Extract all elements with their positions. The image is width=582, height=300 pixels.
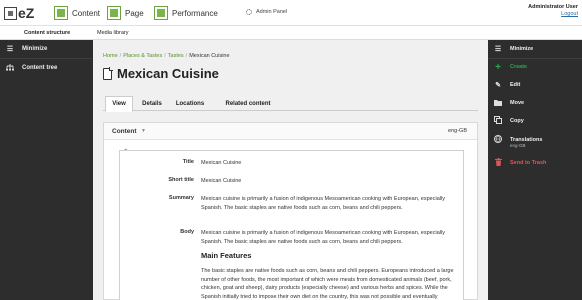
tab-page-label: Page bbox=[125, 8, 144, 18]
user-box: Administrator User Logout bbox=[528, 4, 578, 17]
tab-related-content[interactable]: Related content bbox=[215, 96, 281, 111]
performance-tab-icon bbox=[154, 6, 168, 20]
admin-panel-label: Admin Panel bbox=[256, 9, 288, 15]
send-to-trash-button[interactable]: Send to Trash bbox=[488, 156, 582, 170]
folder-icon bbox=[494, 99, 502, 108]
plus-icon: + bbox=[495, 61, 501, 73]
move-button[interactable]: Move bbox=[488, 96, 582, 110]
logout-link[interactable]: Logout bbox=[528, 11, 578, 17]
main-content: Home / Places & Tastes / Tastes / Mexican Cuis… bbox=[93, 40, 488, 300]
field-value-title: Mexican Cuisine bbox=[201, 160, 242, 166]
user-name: Administrator User bbox=[528, 4, 578, 10]
gear-icon bbox=[246, 9, 252, 15]
breadcrumb-places-tastes[interactable]: Places & Tastes bbox=[123, 53, 162, 59]
copy-label: Copy bbox=[510, 118, 524, 124]
send-to-trash-label: Send to Trash bbox=[510, 160, 547, 166]
page-title: Mexican Cuisine bbox=[103, 66, 219, 81]
flag-icon bbox=[494, 135, 502, 145]
logo-mark-icon bbox=[4, 6, 17, 20]
tab-performance-label: Performance bbox=[172, 8, 218, 18]
breadcrumb: Home / Places & Tastes / Tastes / Mexican Cuis… bbox=[103, 53, 230, 59]
tab-content[interactable]: Content bbox=[54, 5, 100, 21]
edit-button[interactable]: ✎ Edit bbox=[488, 78, 582, 92]
language-code: eng-GB bbox=[448, 128, 467, 134]
tab-locations[interactable]: Locations bbox=[171, 96, 209, 111]
subnav-media-library[interactable]: Media library bbox=[97, 30, 128, 36]
content-panel: Content ▼ eng-GB + Title Mexican Cuisine… bbox=[103, 122, 478, 300]
page-tab-icon bbox=[107, 6, 121, 20]
move-label: Move bbox=[510, 100, 525, 106]
tab-details[interactable]: Details bbox=[135, 96, 169, 111]
view-tabs: View Details Locations Related content bbox=[103, 96, 478, 112]
hamburger-icon: ☰ bbox=[6, 46, 14, 53]
edit-label: Edit bbox=[510, 82, 521, 88]
logo-text: eZ bbox=[18, 5, 35, 21]
field-value-short-title: Mexican Cuisine bbox=[201, 178, 242, 184]
breadcrumb-tastes[interactable]: Tastes bbox=[168, 53, 184, 59]
divider bbox=[488, 58, 582, 59]
tab-performance[interactable]: Performance bbox=[154, 5, 218, 21]
breadcrumb-current: Mexican Cuisine bbox=[189, 53, 230, 59]
tab-view[interactable]: View bbox=[105, 96, 133, 112]
hamburger-icon: ☰ bbox=[494, 46, 502, 53]
left-sidebar: ☰ Minimize Content tree bbox=[0, 40, 93, 300]
field-value-body-paragraph: The basic staples are native foods such … bbox=[201, 268, 454, 300]
content-panel-header[interactable]: Content ▼ eng-GB bbox=[104, 123, 477, 140]
ez-logo[interactable]: eZ bbox=[4, 4, 42, 22]
create-button[interactable]: + Create bbox=[488, 60, 582, 74]
field-label-summary: Summary bbox=[168, 195, 194, 201]
left-minimize-button[interactable]: ☰ Minimize bbox=[0, 42, 93, 56]
tree-icon bbox=[6, 63, 14, 73]
caret-down-icon: ▼ bbox=[141, 128, 146, 134]
tab-content-label: Content bbox=[72, 8, 101, 18]
top-bar: eZ Content Page Performance Admin Panel … bbox=[0, 0, 582, 26]
tab-related-content-label: Related content bbox=[225, 100, 271, 107]
right-minimize-label: Minimize bbox=[510, 46, 534, 52]
content-tab-icon bbox=[54, 6, 68, 20]
pencil-icon: ✎ bbox=[495, 82, 501, 89]
admin-panel-link[interactable]: Admin Panel bbox=[246, 9, 287, 15]
translations-button[interactable]: Translations bbox=[488, 133, 582, 147]
content-panel-title: Content bbox=[112, 128, 137, 135]
tab-details-label: Details bbox=[142, 100, 162, 107]
field-value-body-intro: Mexican cuisine is primarily a fusion of… bbox=[201, 230, 445, 245]
field-label-body: Body bbox=[180, 229, 194, 235]
content-tree-button[interactable]: Content tree bbox=[0, 61, 93, 75]
breadcrumb-home[interactable]: Home bbox=[103, 53, 118, 59]
subnav-content-structure[interactable]: Content structure bbox=[24, 30, 70, 36]
translations-language: eng-GB bbox=[510, 143, 526, 148]
copy-button[interactable]: Copy bbox=[488, 114, 582, 128]
left-minimize-label: Minimize bbox=[22, 46, 48, 52]
create-label: Create bbox=[510, 64, 528, 70]
page-title-text: Mexican Cuisine bbox=[117, 66, 219, 81]
divider bbox=[0, 58, 93, 59]
body-heading: Main Features bbox=[201, 251, 252, 260]
sub-navigation: Content structure Media library bbox=[0, 26, 582, 40]
fields-list: Title Mexican Cuisine Short title Mexica… bbox=[119, 150, 464, 300]
right-sidebar: ☰ Minimize + Create ✎ Edit Move Copy Tra… bbox=[488, 40, 582, 300]
copy-icon bbox=[494, 116, 502, 126]
trash-icon bbox=[494, 158, 502, 168]
content-tree-label: Content tree bbox=[22, 65, 58, 71]
tab-page[interactable]: Page bbox=[107, 5, 144, 21]
tab-locations-label: Locations bbox=[175, 100, 205, 107]
right-minimize-button[interactable]: ☰ Minimize bbox=[488, 42, 582, 56]
tab-view-label: View bbox=[112, 101, 126, 107]
field-label-title: Title bbox=[182, 159, 194, 165]
field-value-summary: Mexican cuisine is primarily a fusion of… bbox=[201, 196, 445, 211]
field-label-short-title: Short title bbox=[168, 177, 194, 183]
document-icon bbox=[103, 67, 113, 80]
